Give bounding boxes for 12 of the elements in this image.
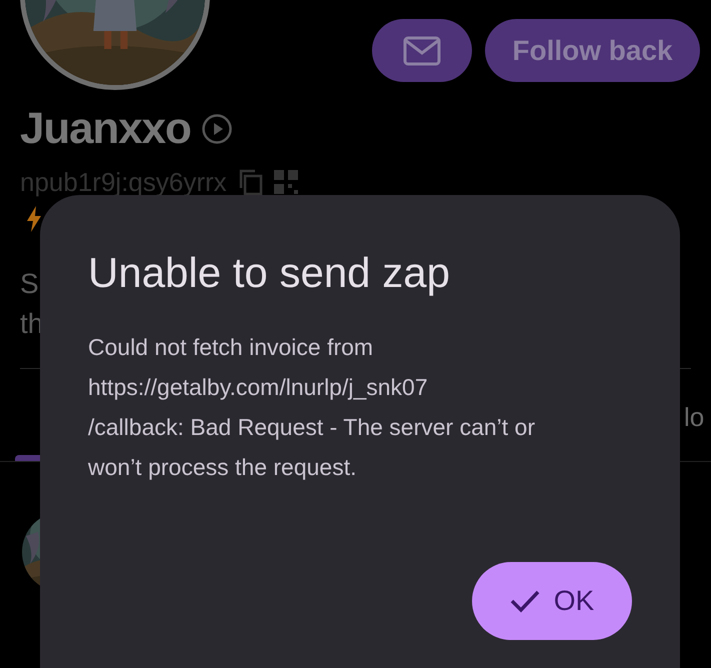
dialog-message: Could not fetch invoice from https://getalby.com/lnurlp/j_snk07 /callback: Bad Request - The server can’t or won’t process the request. bbox=[88, 333, 536, 482]
tab-label[interactable]: lo bbox=[684, 399, 704, 435]
bio-text: S bbox=[20, 267, 39, 301]
mail-icon bbox=[403, 36, 441, 66]
play-icon bbox=[200, 113, 233, 145]
follow-back-button[interactable]: Follow back bbox=[485, 19, 700, 82]
ok-button[interactable]: OK bbox=[472, 562, 632, 640]
qr-code-icon[interactable] bbox=[272, 169, 299, 195]
dialog-title: Unable to send zap bbox=[88, 248, 451, 298]
profile-name: Juanxxo bbox=[20, 103, 191, 155]
check-icon bbox=[510, 589, 540, 613]
lightning-icon bbox=[26, 206, 42, 232]
